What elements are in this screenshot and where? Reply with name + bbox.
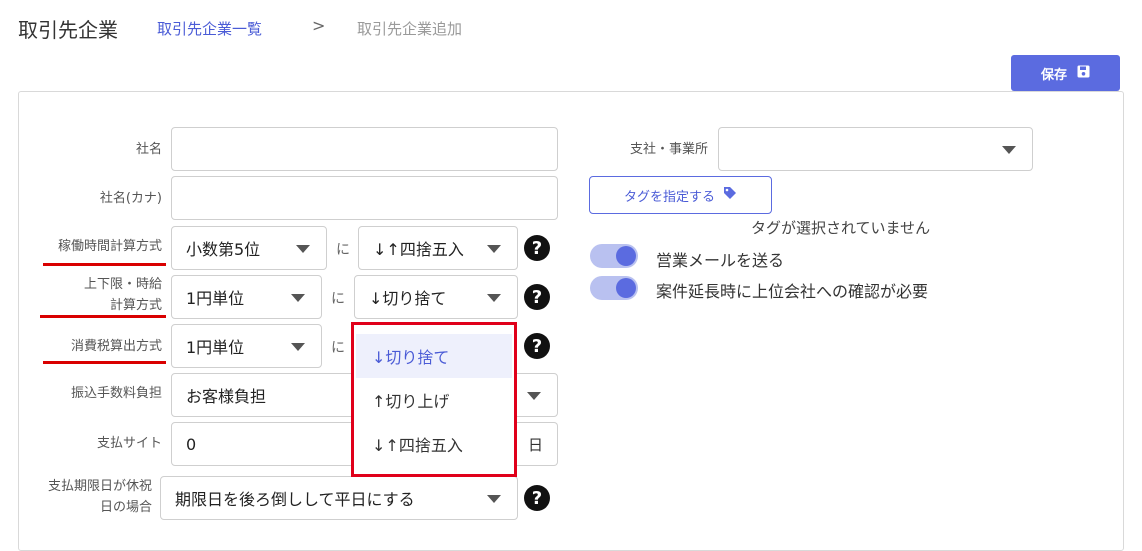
transfer-fee-value: お客様負担 bbox=[186, 387, 267, 406]
toggle-knob bbox=[616, 246, 636, 266]
question-circle-icon[interactable]: ? bbox=[524, 333, 550, 359]
highlight-underline bbox=[43, 263, 166, 266]
page-title: 取引先企業 bbox=[18, 18, 118, 42]
upper-lower-rounding-select[interactable]: ↓切り捨て bbox=[354, 275, 518, 319]
tag-icon bbox=[723, 186, 737, 204]
save-button[interactable]: 保存 bbox=[1011, 55, 1120, 91]
upper-lower-calc-label-line1: 上下限・時給 bbox=[83, 277, 162, 292]
company-name-label: 社名 bbox=[135, 142, 162, 157]
caret-down-icon bbox=[487, 294, 501, 302]
caret-down-icon bbox=[291, 343, 305, 351]
branch-office-label: 支社・事業所 bbox=[629, 142, 708, 157]
breadcrumb-link-list[interactable]: 取引先企業一覧 bbox=[157, 18, 262, 39]
extension-confirm-toggle[interactable] bbox=[590, 276, 638, 300]
upper-lower-calc-label-line2: 計算方式 bbox=[109, 298, 162, 313]
payment-site-unit: 日 bbox=[514, 422, 558, 466]
tax-calc-label: 消費税算出方式 bbox=[70, 339, 162, 354]
sales-mail-label: 営業メールを送る bbox=[656, 251, 785, 270]
caret-down-icon bbox=[487, 495, 501, 503]
company-kana-input[interactable] bbox=[171, 176, 558, 220]
tag-button-label: タグを指定する bbox=[623, 189, 715, 205]
payment-site-label: 支払サイト bbox=[96, 436, 162, 451]
holiday-handling-value: 期限日を後ろ倒しして平日にする bbox=[175, 490, 415, 509]
sales-mail-toggle[interactable] bbox=[590, 244, 638, 268]
upper-lower-unit-value: 1円単位 bbox=[186, 289, 245, 308]
dropdown-option-round-half[interactable]: ↓↑四捨五入 bbox=[356, 422, 512, 466]
conjunction-text: に bbox=[331, 340, 345, 356]
conjunction-text: に bbox=[336, 242, 350, 258]
question-circle-icon[interactable]: ? bbox=[524, 485, 550, 511]
toggle-knob bbox=[616, 278, 636, 298]
no-tag-selected-text: タグが選択されていません bbox=[751, 219, 931, 237]
breadcrumb-current: 取引先企業追加 bbox=[357, 20, 463, 38]
work-time-rounding-value: ↓↑四捨五入 bbox=[373, 240, 464, 259]
caret-down-icon bbox=[1002, 146, 1016, 154]
upper-lower-rounding-value: ↓切り捨て bbox=[369, 289, 447, 308]
specify-tag-button[interactable]: タグを指定する bbox=[589, 176, 772, 214]
page-header: 取引先企業 取引先企業一覧 > 取引先企業追加 bbox=[0, 0, 1142, 60]
company-kana-label: 社名(カナ) bbox=[99, 191, 162, 206]
transfer-fee-label: 振込手数料負担 bbox=[70, 386, 162, 401]
work-time-unit-value: 小数第5位 bbox=[186, 240, 261, 259]
conjunction-text: に bbox=[331, 291, 345, 307]
caret-down-icon bbox=[487, 245, 501, 253]
holiday-label-line2: 日の場合 bbox=[99, 500, 152, 515]
highlight-underline bbox=[40, 315, 166, 318]
work-time-rounding-select[interactable]: ↓↑四捨五入 bbox=[358, 226, 518, 270]
work-time-calc-label: 稼働時間計算方式 bbox=[57, 239, 162, 254]
company-name-input[interactable] bbox=[171, 127, 558, 171]
breadcrumb-separator: > bbox=[312, 16, 326, 35]
caret-down-icon bbox=[527, 392, 541, 400]
holiday-handling-select[interactable]: 期限日を後ろ倒しして平日にする bbox=[160, 476, 518, 520]
extension-confirm-label: 案件延長時に上位会社への確認が必要 bbox=[656, 282, 929, 301]
dropdown-option-round-up[interactable]: ↑切り上げ bbox=[356, 378, 512, 422]
highlight-underline bbox=[43, 361, 166, 364]
question-circle-icon[interactable]: ? bbox=[524, 284, 550, 310]
tax-unit-select[interactable]: 1円単位 bbox=[171, 324, 322, 368]
floppy-disk-icon bbox=[1077, 65, 1090, 82]
caret-down-icon bbox=[296, 245, 310, 253]
rounding-dropdown-menu: ↓切り捨て ↑切り上げ ↓↑四捨五入 bbox=[351, 322, 517, 477]
tax-unit-value: 1円単位 bbox=[186, 338, 245, 357]
dropdown-option-round-down[interactable]: ↓切り捨て bbox=[356, 334, 512, 378]
save-button-label: 保存 bbox=[1040, 67, 1067, 83]
work-time-unit-select[interactable]: 小数第5位 bbox=[171, 226, 327, 270]
branch-office-select[interactable] bbox=[718, 127, 1033, 171]
caret-down-icon bbox=[291, 294, 305, 302]
question-circle-icon[interactable]: ? bbox=[524, 235, 550, 261]
upper-lower-unit-select[interactable]: 1円単位 bbox=[171, 275, 322, 319]
holiday-label-line1: 支払期限日が休祝 bbox=[47, 479, 152, 494]
